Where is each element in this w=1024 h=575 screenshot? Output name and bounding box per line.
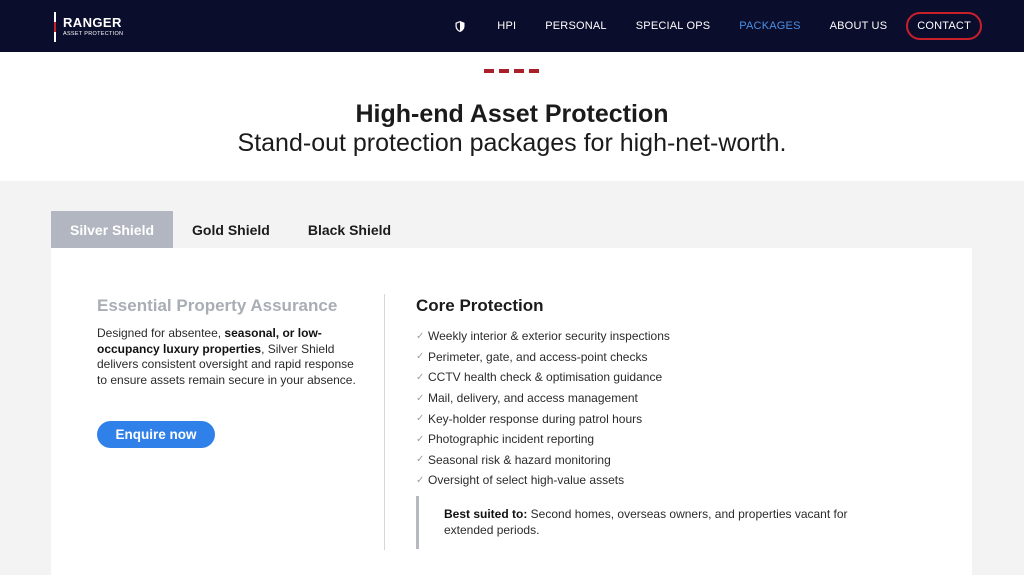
top-navbar: RANGER ASSET PROTECTION HPI PERSONAL SPE… (0, 0, 1024, 52)
nav-menu: HPI PERSONAL SPECIAL OPS PACKAGES ABOUT … (455, 0, 982, 52)
tab-gold-shield[interactable]: Gold Shield (173, 211, 289, 248)
nav-link-packages[interactable]: PACKAGES (739, 20, 800, 32)
list-item: ✓ Key-holder response during patrol hours (416, 411, 643, 426)
features-list: ✓ Weekly interior & exterior security ins… (416, 326, 670, 491)
list-item: ✓ CCTV health check & optimisation guidan… (416, 370, 663, 385)
page-title: High-end Asset Protection (355, 100, 669, 128)
check-icon: ✓ (416, 413, 425, 425)
package-tabs: Silver Shield Gold Shield Black Shield (51, 211, 410, 248)
dash-decoration (484, 69, 494, 73)
dash-decoration (514, 69, 524, 73)
dash-decoration (499, 69, 509, 73)
nav-link-personal[interactable]: PERSONAL (545, 20, 607, 32)
list-item: ✓ Oversight of select high-value assets (416, 473, 625, 488)
check-icon: ✓ (416, 433, 425, 445)
tab-black-shield[interactable]: Black Shield (289, 211, 410, 248)
logo-mark-icon (54, 12, 57, 42)
check-icon: ✓ (416, 371, 425, 383)
list-item: ✓ Photographic incident reporting (416, 432, 595, 447)
list-item: ✓ Seasonal risk & hazard monitoring (416, 452, 611, 467)
check-icon: ✓ (416, 392, 425, 404)
list-item: ✓ Perimeter, gate, and access-point check… (416, 349, 648, 364)
dash-decoration (529, 69, 539, 73)
best-suited-label: Best suited to: (444, 507, 528, 521)
list-item: ✓ Weekly interior & exterior security ins… (416, 329, 670, 344)
package-heading: Essential Property Assurance (97, 296, 338, 315)
brand-logo[interactable]: RANGER ASSET PROTECTION (54, 12, 123, 42)
brand-name: RANGER (63, 15, 122, 30)
nav-link-hpi[interactable]: HPI (497, 20, 516, 32)
check-icon: ✓ (416, 351, 425, 363)
package-panel: Essential Property Assurance Designed fo… (51, 248, 972, 575)
list-item: ✓ Mail, delivery, and access management (416, 391, 638, 406)
brand-tagline: ASSET PROTECTION (63, 31, 124, 37)
check-icon: ✓ (416, 474, 425, 486)
nav-link-about-us[interactable]: ABOUT US (830, 20, 888, 32)
decorative-dashes (484, 69, 544, 73)
check-icon: ✓ (416, 454, 425, 466)
panel-divider (384, 294, 385, 550)
enquire-now-button[interactable]: Enquire now (97, 421, 215, 448)
nav-link-special-ops[interactable]: SPECIAL OPS (636, 20, 711, 32)
tab-silver-shield[interactable]: Silver Shield (51, 211, 174, 248)
contact-button[interactable]: CONTACT (906, 12, 982, 40)
best-suited-callout: Best suited to: Second homes, overseas o… (416, 496, 896, 549)
page-subtitle: Stand-out protection packages for high-n… (237, 129, 787, 157)
features-heading: Core Protection (416, 296, 544, 315)
package-description: Designed for absentee, seasonal, or low-… (97, 326, 356, 387)
check-icon: ✓ (416, 330, 425, 342)
shield-icon[interactable] (455, 20, 465, 32)
